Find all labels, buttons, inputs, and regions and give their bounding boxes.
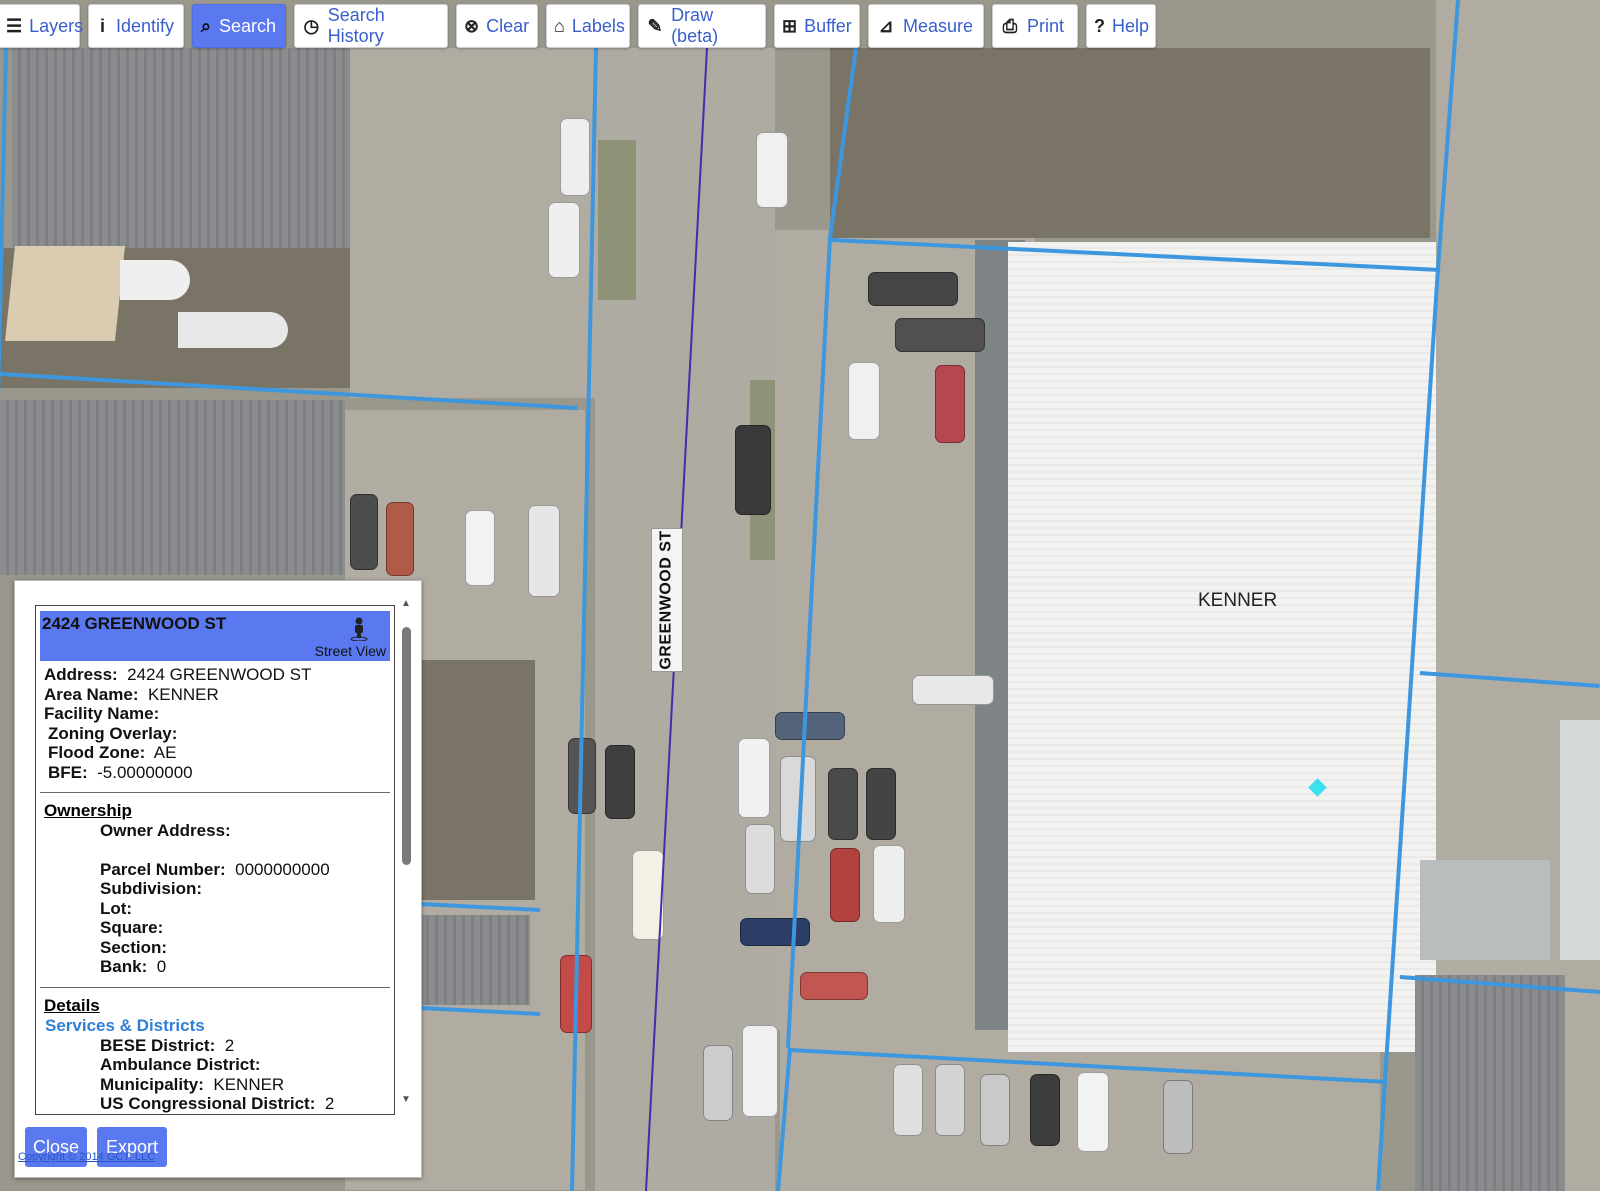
buffer-icon: ⊞: [782, 15, 798, 36]
identify-button[interactable]: i Identify: [88, 4, 184, 48]
toolbar-button-label: Buffer: [804, 15, 852, 36]
services-districts-subtitle: Services & Districts: [45, 1015, 205, 1035]
search-history-button[interactable]: ◷ Search History: [294, 4, 448, 48]
toolbar-button-label: Print: [1027, 15, 1065, 36]
pencil-icon: ✎: [647, 15, 663, 36]
layers-button[interactable]: ☰ Layers: [0, 4, 84, 48]
clear-icon: ⊗: [464, 15, 480, 36]
field-area-name: Area Name: KENNER: [44, 684, 219, 704]
toolbar-button-label: Search History: [327, 5, 385, 46]
field-ambulance-district: Ambulance District:: [100, 1055, 261, 1074]
field-address: Address: 2424 GREENWOOD ST: [44, 665, 312, 684]
toolbar-button-label: Help: [1112, 15, 1150, 36]
popup-scroll-area[interactable]: 2424 GREENWOOD ST Street View Address: 2…: [35, 605, 395, 1115]
popup-header: 2424 GREENWOOD ST Street View: [40, 611, 390, 661]
copyright-link[interactable]: Copyright © 2014 GCT, LLC: [18, 1151, 155, 1163]
toolbar-button-label: Identify: [115, 15, 174, 36]
field-section: Section:: [100, 937, 168, 957]
info-icon: i: [99, 15, 105, 36]
field-municipality: Municipality: KENNER: [100, 1074, 285, 1094]
draw-beta-button[interactable]: ✎ Draw (beta): [638, 4, 766, 48]
details-section-title: Details: [44, 995, 100, 1015]
map-toolbar: ☰ Layers i Identify ⌕ Search ◷ Search History ⊗ C…: [0, 4, 1156, 50]
scroll-up-arrow-icon[interactable]: ▲: [399, 599, 413, 609]
scroll-down-arrow-icon[interactable]: ▼: [399, 1095, 413, 1105]
street-view-link[interactable]: Street View: [315, 643, 386, 659]
toolbar-button-label: Measure: [903, 15, 974, 36]
labels-button[interactable]: ⌂ Labels: [546, 4, 630, 48]
field-zoning-overlay: Zoning Overlay:: [48, 723, 178, 743]
scrollbar-thumb[interactable]: [402, 627, 411, 865]
parcel-fields: Address: 2424 GREENWOOD ST Area Name: KE…: [36, 665, 394, 782]
field-flood-zone: Flood Zone: AE: [48, 743, 177, 762]
printer-icon: ⎙: [1002, 15, 1018, 36]
section-divider: [40, 792, 390, 793]
field-us-congressional-district: US Congressional District: 2: [100, 1094, 335, 1113]
area-name-label: KENNER: [1198, 590, 1278, 611]
details-fields: BESE District: 2 Ambulance District: Mun…: [36, 1036, 394, 1114]
section-divider: [40, 986, 390, 988]
labels-icon: ⌂: [554, 15, 565, 36]
clear-button[interactable]: ⊗ Clear: [456, 4, 538, 48]
toolbar-button-label: Clear: [486, 15, 530, 36]
clock-icon: ◷: [303, 15, 320, 36]
popup-title: 2424 GREENWOOD ST: [42, 614, 227, 633]
field-owner-address: Owner Address:: [100, 821, 231, 840]
buffer-button[interactable]: ⊞ Buffer: [774, 4, 860, 48]
field-bfe: BFE: -5.00000000: [48, 762, 193, 782]
field-bese-district: BESE District: 2: [100, 1035, 235, 1055]
toolbar-button-label: Draw (beta): [671, 5, 719, 46]
toolbar-button-label: Layers: [29, 15, 84, 36]
search-icon: ⌕: [200, 15, 212, 36]
ownership-fields: Owner Address: Parcel Number: 0000000000…: [36, 821, 394, 977]
help-icon: ?: [1094, 15, 1105, 36]
measure-button[interactable]: ⊿ Measure: [868, 4, 984, 48]
field-square: Square:: [100, 918, 164, 937]
help-button[interactable]: ? Help: [1086, 4, 1156, 48]
search-button[interactable]: ⌕ Search: [192, 4, 286, 48]
field-bank: Bank: 0: [100, 957, 167, 976]
field-facility-name: Facility Name:: [44, 704, 160, 723]
field-parcel-number: Parcel Number: 0000000000: [100, 859, 330, 879]
field-subdivision: Subdivision:: [100, 879, 202, 898]
street-name-label: GREENWOOD ST: [651, 528, 683, 672]
parcel-info-popup: 2424 GREENWOOD ST Street View Address: 2…: [14, 580, 422, 1178]
ruler-icon: ⊿: [878, 15, 894, 36]
popup-scrollbar[interactable]: ▲ ▼: [399, 599, 413, 1105]
print-button[interactable]: ⎙ Print: [992, 4, 1078, 48]
ownership-section-title: Ownership: [44, 801, 132, 820]
street-view-icon[interactable]: [350, 617, 368, 641]
toolbar-button-label: Search: [218, 15, 276, 36]
street-name-text: GREENWOOD ST: [658, 530, 675, 670]
toolbar-button-label: Labels: [571, 15, 625, 36]
field-lot: Lot:: [100, 898, 133, 918]
menu-icon: ☰: [6, 15, 23, 36]
